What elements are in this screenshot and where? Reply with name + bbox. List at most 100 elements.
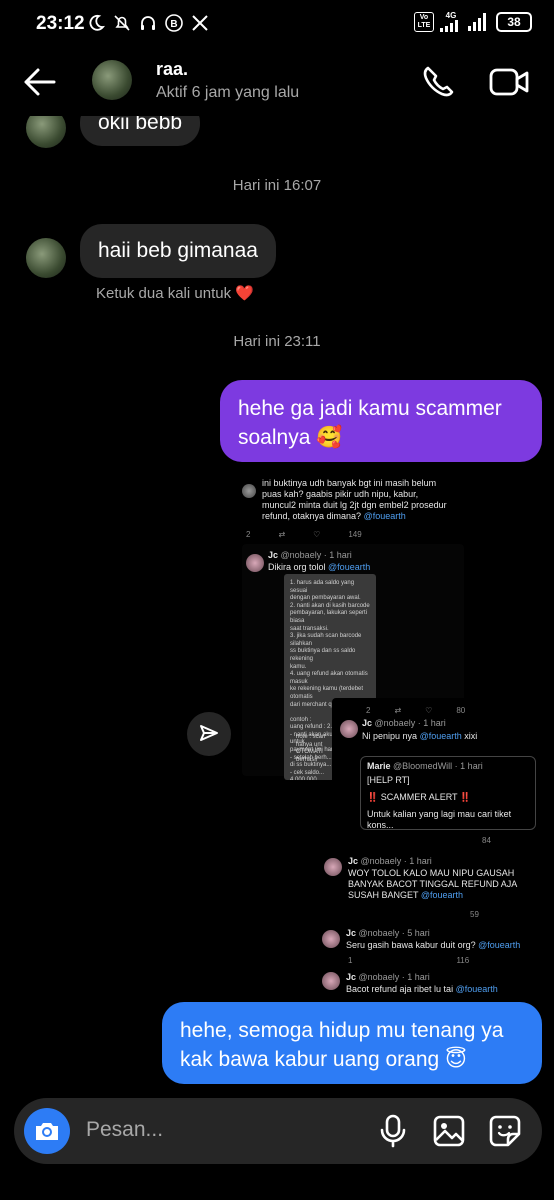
gallery-icon[interactable] [432, 1114, 466, 1148]
quoted-tweet: Marie @BloomedWill · 1 hari [HELP RT] ‼️… [360, 756, 536, 830]
tweet-screenshot: Jc @nobaely · 1 hari WOY TOLOL KALO MAU … [320, 852, 540, 922]
tweet-header: Jc @nobaely · 1 hari [268, 550, 352, 561]
message-input[interactable]: Pesan... [86, 1118, 163, 1142]
camera-icon [36, 1123, 58, 1140]
outgoing-message[interactable]: hehe ga jadi kamu scammer soalnya 🥰 [220, 380, 542, 462]
retweet-icon: ⇄ [278, 530, 286, 539]
chat-timestamp: Hari ini 16:07 [232, 177, 322, 194]
battery-indicator: 38 [496, 11, 532, 32]
message-text-line: kak bawa kabur uang orang 😇 [180, 1048, 467, 1071]
incoming-message[interactable]: haii beb gimanaa [80, 224, 276, 278]
like-icon: ♡ [425, 706, 433, 715]
tweet-mention: @fouearth [419, 731, 462, 741]
tweet-text: xixi [464, 731, 478, 741]
message-text-line: hehe, semoga hidup mu tenang ya [180, 1019, 504, 1042]
moon-icon [89, 14, 105, 31]
tweet-screenshot: 2 ⇄ ♡ 80 Jc @nobaely · 1 hari Ni penipu … [332, 698, 554, 848]
tweet-author: Jc [348, 856, 359, 866]
tweet-body: WOY TOLOL KALO MAU NIPU GAUSAH BANYAK BA… [348, 868, 517, 901]
message-text-line: soalnya 🥰 [238, 426, 343, 449]
status-time: 23:12 [36, 13, 85, 34]
tweet-mention: @fouearth [420, 890, 464, 900]
instruction-line: ss buktinya dan ss saldo rekening [290, 648, 356, 662]
quote-header: Marie @BloomedWill · 1 hari [367, 761, 529, 772]
message-composer: Pesan... [14, 1098, 542, 1164]
signal-icon-2 [468, 12, 486, 31]
status-bar: 23:12 B Vo LTE 4G 38 [0, 0, 554, 50]
tweet-mention: @fouearth [328, 562, 371, 572]
tweet-header: Jc @nobaely · 5 hari [346, 928, 430, 939]
tweet-screenshot: Jc @nobaely · 5 hari Seru gasih bawa kab… [318, 924, 540, 970]
tweet-body: Seru gasih bawa kabur duit org? @foueart… [346, 940, 520, 951]
tweet-mention: @fouearth [478, 940, 521, 950]
note-line: note : scan [296, 734, 326, 740]
note-line: berhasil [296, 756, 318, 763]
quote-line: ‼️ SCAMMER ALERT ‼️ [367, 792, 472, 802]
contact-avatar[interactable] [92, 60, 132, 100]
view-count: 116 [456, 956, 470, 965]
tweet-header: Jc @nobaely · 1 hari [348, 856, 432, 867]
tweet-header: Jc @nobaely · 1 hari [346, 972, 430, 983]
tweet-line: WOY TOLOL KALO MAU NIPU GAUSAH [348, 868, 515, 878]
quote-author: Marie [367, 761, 391, 771]
reply-count: 2 [246, 530, 251, 539]
tweet-handle: @nobaely · 1 hari [374, 718, 446, 728]
retweet-icon: ⇄ [394, 706, 402, 715]
instruction-line: pembayaran, lakukan seperti biasa [290, 610, 368, 624]
tweet-line: puas kah? gaabis pikir udh nipu, kabur, [262, 489, 419, 499]
tweet-handle: @nobaely · 1 hari [280, 550, 352, 560]
tweet-stats: 84 [482, 836, 491, 845]
instruction-line: 4. uang refund akan otomatis masuk [290, 671, 368, 685]
sender-avatar[interactable] [26, 238, 66, 278]
camera-button[interactable] [24, 1108, 70, 1154]
tweet-screenshot: ini buktinya udh banyak bgt ini masih be… [234, 472, 464, 548]
quote-handle: @BloomedWill · 1 hari [393, 761, 483, 771]
tweet-stats: 59 [470, 910, 479, 919]
outgoing-message[interactable]: hehe, semoga hidup mu tenang ya kak bawa… [162, 1002, 542, 1084]
microphone-icon[interactable] [378, 1114, 408, 1148]
status-icons-left: B [86, 13, 210, 33]
shared-image[interactable]: ini buktinya udh banyak bgt ini masih be… [234, 466, 554, 996]
b-coin-icon: B [165, 14, 183, 32]
bell-off-icon [114, 15, 130, 31]
tweet-avatar [242, 484, 256, 498]
tweet-line: SUSAH BANGET [348, 890, 419, 900]
chat-timestamp: Hari ini 23:11 [233, 333, 321, 350]
tweet-mention: @fouearth [455, 984, 498, 994]
tweet-avatar [322, 930, 340, 948]
sticker-icon[interactable] [488, 1114, 522, 1148]
tweet-avatar [246, 554, 264, 572]
tweet-text: Bacot refund aja ribet lu tai [346, 984, 454, 994]
tweet-avatar [340, 720, 358, 738]
instruction-line: 3. jika sudah scan barcode silahkan [290, 633, 362, 647]
network-4g-indicator: 4G [440, 11, 462, 32]
tweet-author: Jc [268, 550, 279, 560]
tweet-text: Dikira org tolol [268, 562, 326, 572]
tweet-body: Bacot refund aja ribet lu tai @fouearth [346, 984, 498, 995]
share-button[interactable] [187, 712, 231, 756]
network-label: 4G [445, 11, 457, 20]
reply-count: 2 [366, 706, 371, 715]
tweet-stats: 1 116 [348, 956, 469, 965]
tweet-line: refund, otaknya dimana? [262, 511, 362, 521]
chat-header: raa. Aktif 6 jam yang lalu [0, 50, 554, 116]
tweet-line: BANYAK BACOT TINGGAL REFUND AJA [348, 879, 518, 889]
tweet-mention: @fouearth [363, 511, 406, 521]
double-tap-hint: Ketuk dua kali untuk ❤️ [96, 285, 254, 302]
tweet-line: muncul2 minta duit lg 2jt dgn embel2 pro… [262, 500, 447, 510]
headphones-icon [141, 16, 155, 30]
contact-name[interactable]: raa. [156, 59, 188, 80]
phone-icon[interactable] [418, 64, 458, 100]
tweet-avatar [324, 858, 342, 876]
volte-icon: Vo LTE [414, 11, 434, 32]
tweet-handle: @nobaely · 5 hari [358, 928, 430, 938]
message-text: haii beb gimanaa [98, 239, 258, 262]
tweet-author: Jc [362, 718, 373, 728]
video-call-icon[interactable] [488, 64, 530, 100]
message-text-line: hehe ga jadi kamu scammer [238, 397, 502, 420]
tweet-body: ini buktinya udh banyak bgt ini masih be… [262, 478, 462, 522]
view-count: 84 [482, 836, 491, 845]
back-arrow-icon[interactable] [20, 64, 60, 100]
tweet-text: Ni penipu nya [362, 731, 418, 741]
view-count: 149 [348, 530, 362, 539]
